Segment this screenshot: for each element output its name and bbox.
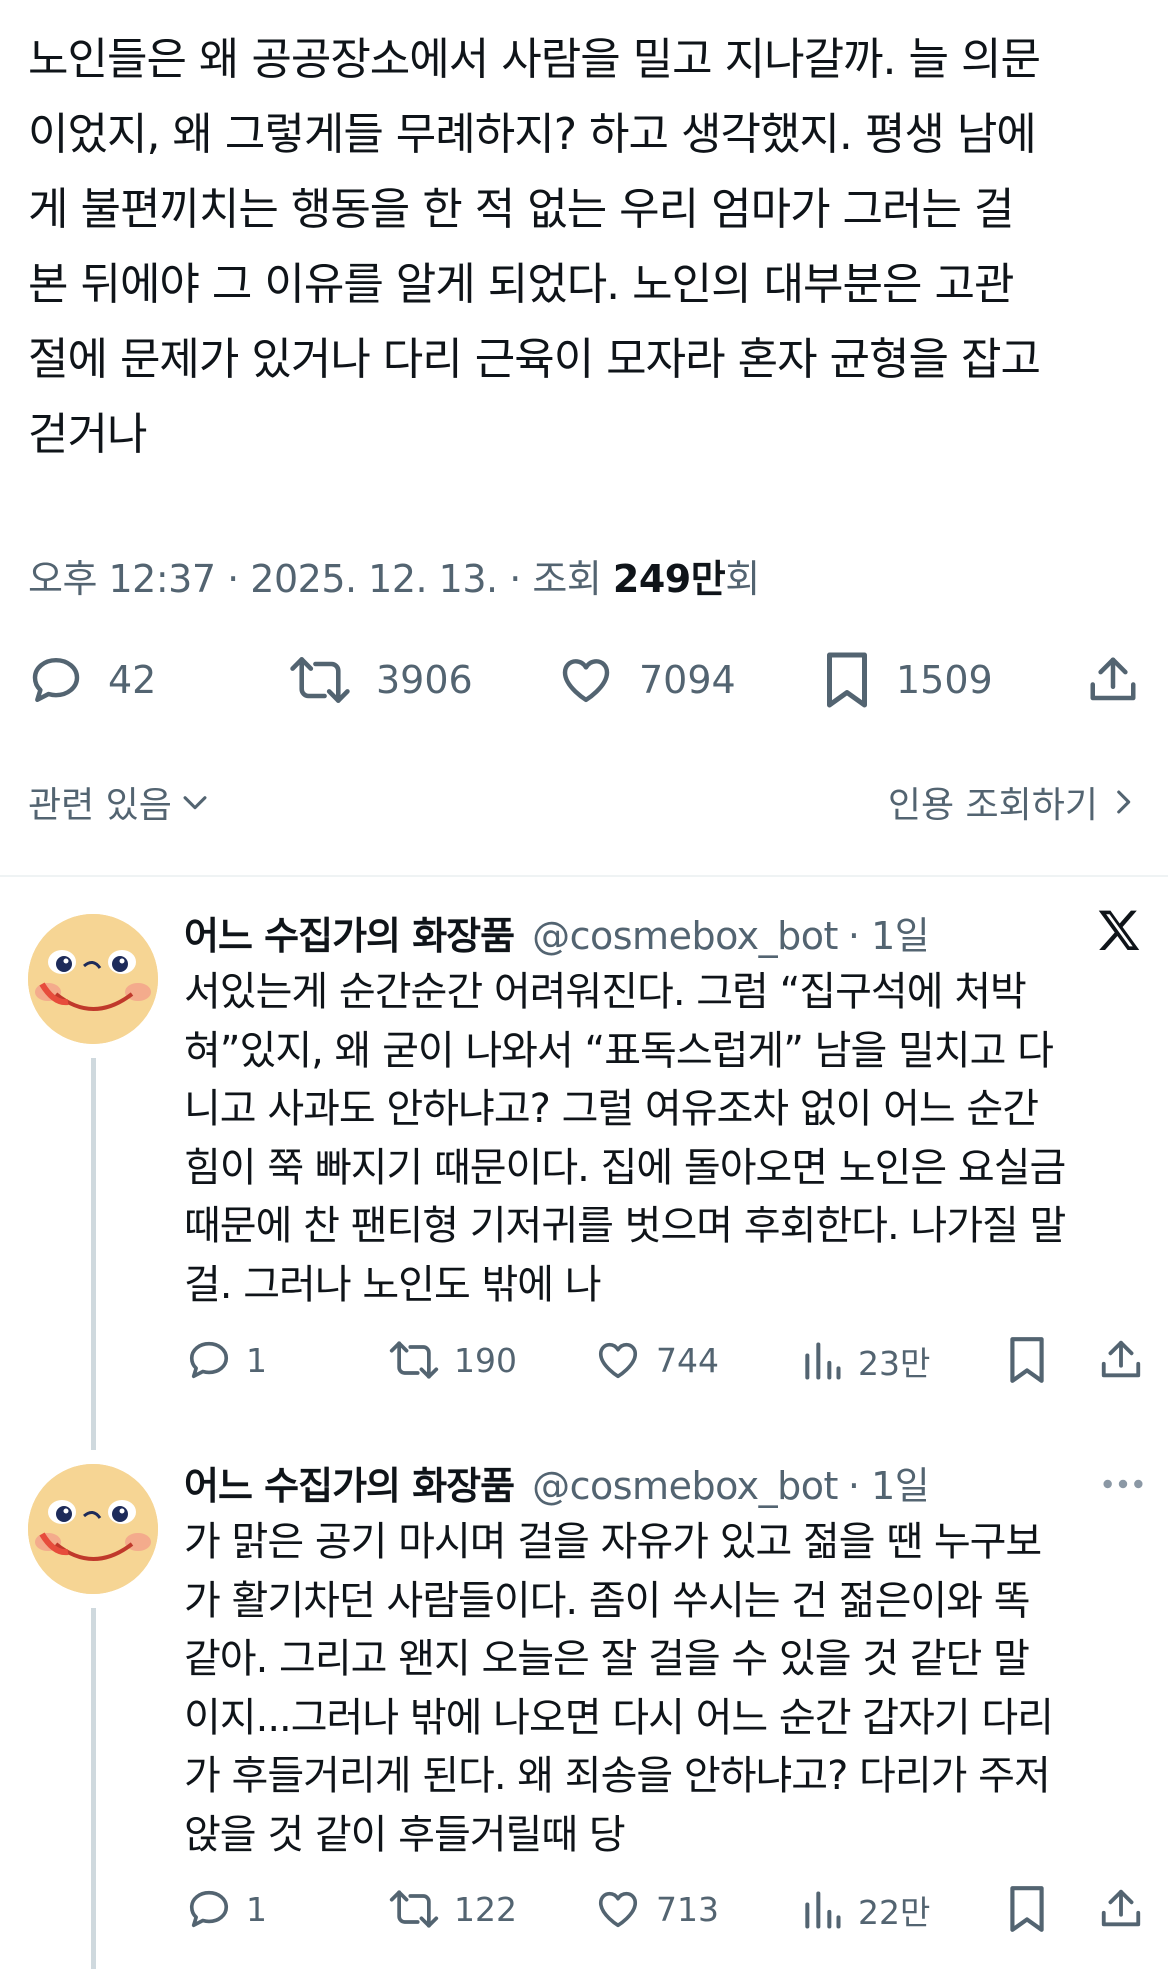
reply-button[interactable]: 1 bbox=[186, 1886, 267, 1932]
bookmark-icon bbox=[1010, 1337, 1044, 1383]
retweet-button[interactable]: 3906 bbox=[288, 652, 473, 708]
views-count: 22만 bbox=[858, 1893, 931, 1932]
bookmark-icon bbox=[1010, 1886, 1044, 1932]
chevron-right-icon bbox=[1117, 790, 1131, 814]
retweet-button[interactable]: 190 bbox=[388, 1337, 517, 1383]
reply-count: 1 bbox=[246, 1889, 267, 1929]
share-button[interactable] bbox=[1086, 652, 1140, 708]
like-button[interactable]: 7094 bbox=[557, 652, 736, 708]
reply-header: 어느 수집가의 화장품 @cosmebox_bot · 1일 bbox=[184, 1455, 930, 1510]
like-count: 7094 bbox=[639, 658, 736, 702]
retweet-count: 3906 bbox=[376, 658, 473, 702]
retweet-count: 190 bbox=[454, 1340, 517, 1380]
meta-separator: · bbox=[227, 557, 239, 601]
reply-icon bbox=[189, 1341, 229, 1379]
tweet-date: 2025. 12. 13. bbox=[250, 557, 498, 601]
more-options-icon[interactable] bbox=[1100, 1464, 1146, 1508]
quote-label: 인용 조회하기 bbox=[887, 785, 1098, 826]
post-time: · 1일 bbox=[847, 1464, 930, 1508]
like-button[interactable]: 744 bbox=[594, 1337, 719, 1383]
views-label: 조회 bbox=[532, 557, 602, 601]
share-icon bbox=[1101, 1340, 1141, 1378]
smiley-face-icon bbox=[28, 914, 158, 1044]
views-button[interactable]: 23만 bbox=[800, 1337, 930, 1385]
bookmark-button[interactable]: 1509 bbox=[822, 650, 993, 710]
views-count: 23만 bbox=[858, 1344, 931, 1383]
reply-icon bbox=[189, 1890, 229, 1928]
share-button[interactable] bbox=[1098, 1886, 1144, 1932]
meta-separator: · bbox=[509, 557, 521, 601]
avatar[interactable] bbox=[28, 1464, 158, 1594]
share-button[interactable] bbox=[1098, 1337, 1144, 1383]
view-quotes-link[interactable]: 인용 조회하기 bbox=[888, 776, 1140, 828]
author-handle[interactable]: @cosmebox_bot bbox=[532, 914, 838, 958]
post-time: · 1일 bbox=[847, 914, 930, 958]
author-name[interactable]: 어느 수집가의 화장품 bbox=[184, 1455, 515, 1510]
retweet-count: 122 bbox=[454, 1889, 517, 1929]
retweet-icon bbox=[389, 1341, 439, 1379]
related-label: 관련 있음 bbox=[28, 785, 172, 826]
reply-button[interactable]: 42 bbox=[28, 652, 156, 708]
thread-line bbox=[91, 1058, 96, 1450]
tweet-time: 오후 12:37 bbox=[28, 557, 216, 601]
bookmark-icon bbox=[827, 652, 867, 708]
avatar[interactable] bbox=[28, 914, 158, 1044]
reply-icon bbox=[32, 657, 80, 703]
reply-text: 가 맑은 공기 마시며 걸을 자유가 있고 젊을 땐 누구보 가 활기차던 사람… bbox=[184, 1519, 1054, 1858]
reply-header: 어느 수집가의 화장품 @cosmebox_bot · 1일 bbox=[184, 905, 930, 960]
author-handle[interactable]: @cosmebox_bot bbox=[532, 1464, 838, 1508]
views-suffix: 회 bbox=[725, 557, 760, 601]
views-count[interactable]: 249만 bbox=[613, 557, 726, 601]
like-button[interactable]: 713 bbox=[594, 1886, 719, 1932]
reply-button[interactable]: 1 bbox=[186, 1337, 267, 1383]
tweet-text: 노인들은 왜 공공장소에서 사람을 밀고 지나갈까. 늘 의문 이었지, 왜 그… bbox=[28, 34, 1041, 460]
author-name[interactable]: 어느 수집가의 화장품 bbox=[184, 905, 515, 960]
retweet-icon bbox=[389, 1890, 439, 1928]
smiley-face-icon bbox=[28, 1464, 158, 1594]
share-icon bbox=[1090, 657, 1136, 701]
retweet-icon bbox=[290, 657, 350, 703]
heart-icon bbox=[562, 659, 610, 703]
chevron-down-icon bbox=[183, 796, 207, 810]
reply-count: 42 bbox=[108, 658, 157, 702]
analytics-icon bbox=[805, 1891, 841, 1929]
retweet-button[interactable]: 122 bbox=[388, 1886, 517, 1932]
like-count: 744 bbox=[656, 1340, 719, 1380]
share-icon bbox=[1101, 1889, 1141, 1927]
reply-count: 1 bbox=[246, 1340, 267, 1380]
thread-line bbox=[91, 1608, 96, 1969]
related-toggle[interactable]: 관련 있음 bbox=[28, 776, 212, 828]
x-logo-icon bbox=[1092, 905, 1146, 963]
like-count: 713 bbox=[656, 1889, 719, 1929]
section-divider bbox=[0, 875, 1168, 877]
reply-text: 서있는게 순간순간 어려워진다. 그럼 “집구석에 처박 혀”있지, 왜 굳이 … bbox=[184, 969, 1066, 1308]
bookmark-button[interactable] bbox=[1006, 1335, 1048, 1385]
tweet-meta: 오후 12:37 · 2025. 12. 13. · 조회 249만회 bbox=[28, 548, 760, 603]
views-button[interactable]: 22만 bbox=[800, 1886, 930, 1934]
analytics-icon bbox=[805, 1342, 841, 1380]
heart-icon bbox=[598, 1342, 638, 1379]
bookmark-button[interactable] bbox=[1006, 1884, 1048, 1934]
heart-icon bbox=[598, 1891, 638, 1928]
bookmark-count: 1509 bbox=[896, 658, 993, 702]
